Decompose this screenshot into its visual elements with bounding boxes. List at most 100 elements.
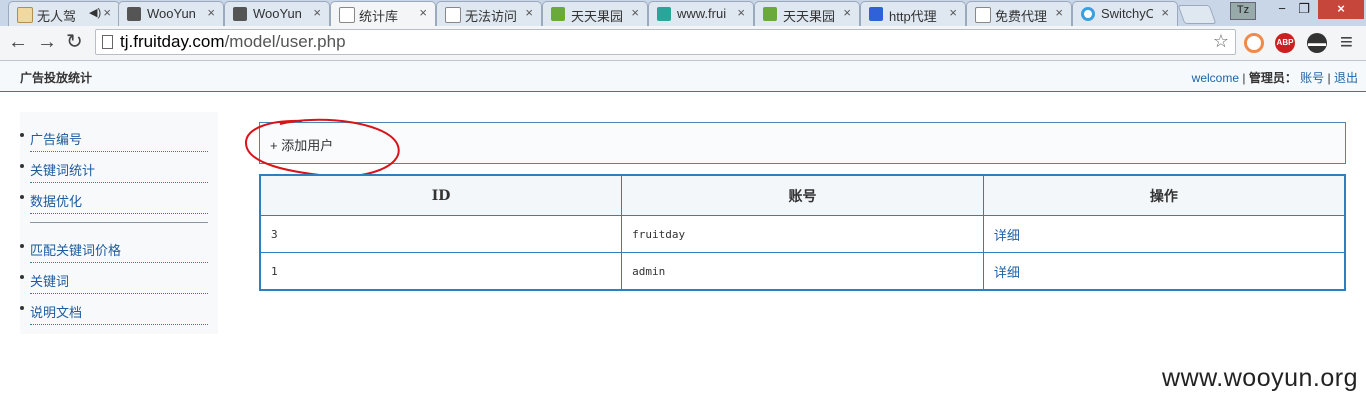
tab-close-icon[interactable]: × bbox=[843, 5, 851, 20]
maximize-button[interactable]: ❐ bbox=[1294, 0, 1314, 19]
detail-link[interactable]: 详细 bbox=[982, 252, 1346, 291]
profile-badge[interactable]: Tz bbox=[1230, 2, 1256, 20]
add-user-panel: + 添加用户 bbox=[259, 122, 1346, 164]
circle-icon[interactable] bbox=[1244, 33, 1264, 53]
separator: | bbox=[1239, 71, 1249, 85]
fruitday-favicon-icon bbox=[657, 7, 671, 21]
close-window-button[interactable]: × bbox=[1318, 0, 1364, 19]
sidebar: 广告编号 关键词统计 数据优化 匹配关键词价格 关键词 说明文档 bbox=[20, 112, 218, 334]
incognito-icon[interactable]: ▬▬ bbox=[1307, 33, 1327, 53]
sidebar-item-data-optimize[interactable]: 数据优化 bbox=[20, 183, 208, 214]
bullet-icon bbox=[20, 244, 24, 248]
sidebar-item-label: 广告编号 bbox=[30, 132, 83, 147]
sidebar-item-keywords[interactable]: 关键词 bbox=[20, 263, 208, 294]
tab-label: 天天果园 bbox=[783, 9, 835, 24]
speaker-icon: ◀) bbox=[89, 7, 102, 19]
browser-tab[interactable]: 无法访问 × bbox=[436, 1, 542, 26]
browser-tab[interactable]: 天天果园 × bbox=[542, 1, 648, 26]
tab-label: SwitchyO bbox=[1101, 6, 1153, 21]
column-header-id: ID bbox=[259, 174, 623, 216]
tab-label: 无法访问 bbox=[465, 9, 517, 24]
page-icon bbox=[102, 35, 113, 49]
sidebar-item-docs[interactable]: 说明文档 bbox=[20, 294, 208, 325]
tab-label: 无人驾 bbox=[37, 9, 77, 24]
separator: | bbox=[1324, 71, 1334, 85]
detail-link[interactable]: 详细 bbox=[982, 215, 1346, 253]
browser-tab[interactable]: 无人驾 ◀) × bbox=[8, 1, 120, 26]
reload-button[interactable]: ↻ bbox=[66, 31, 83, 53]
tab-close-icon[interactable]: × bbox=[313, 5, 321, 20]
tab-label: 免费代理 bbox=[995, 9, 1047, 24]
bullet-icon bbox=[20, 195, 24, 199]
cell-id: 3 bbox=[259, 215, 623, 253]
watermark: www.wooyun.org bbox=[1162, 364, 1358, 392]
sidebar-item-label: 数据优化 bbox=[30, 194, 83, 209]
cell-account: admin bbox=[621, 252, 984, 291]
column-header-account: 账号 bbox=[621, 174, 984, 216]
url-host: tj.fruitday.com bbox=[120, 32, 225, 51]
menu-icon[interactable]: ≡ bbox=[1340, 31, 1353, 53]
sidebar-item-keyword-stats[interactable]: 关键词统计 bbox=[20, 152, 208, 183]
tab-label: http代理 bbox=[889, 9, 937, 24]
sidebar-item-label: 匹配关键词价格 bbox=[30, 243, 122, 258]
address-bar[interactable]: tj.fruitday.com/model/user.php ☆ bbox=[95, 29, 1236, 55]
table-row: 1 admin 详细 bbox=[259, 252, 1346, 291]
new-tab-button[interactable] bbox=[1177, 5, 1217, 24]
sidebar-item-label: 说明文档 bbox=[30, 305, 83, 320]
forward-button[interactable]: → bbox=[37, 31, 57, 53]
tab-close-icon[interactable]: × bbox=[1055, 5, 1063, 20]
browser-tab[interactable]: http代理 × bbox=[860, 1, 966, 26]
logout-link[interactable]: 退出 bbox=[1334, 71, 1358, 85]
bullet-icon bbox=[20, 164, 24, 168]
admin-label: 管理员： bbox=[1248, 71, 1297, 85]
tab-close-icon[interactable]: × bbox=[631, 5, 639, 20]
page-header: 广告投放统计 welcome | 管理员： 账号 | 退出 bbox=[0, 61, 1366, 92]
browser-tab[interactable]: 免费代理 × bbox=[966, 1, 1072, 26]
tab-label: 天天果园 bbox=[571, 9, 623, 24]
bullet-icon bbox=[20, 306, 24, 310]
tab-close-icon[interactable]: × bbox=[949, 5, 957, 20]
back-button[interactable]: ← bbox=[8, 31, 28, 53]
welcome-link[interactable]: welcome bbox=[1192, 71, 1239, 85]
tab-label: WooYun bbox=[147, 6, 196, 21]
browser-tab-active[interactable]: 统计库 × bbox=[330, 1, 436, 26]
browser-tab[interactable]: WooYun × bbox=[224, 1, 330, 26]
sidebar-item-label: 关键词 bbox=[30, 274, 70, 289]
tab-close-icon[interactable]: × bbox=[103, 5, 111, 20]
account-link[interactable]: 账号 bbox=[1300, 71, 1324, 85]
table-row: 3 fruitday 详细 bbox=[259, 215, 1346, 253]
tab-close-icon[interactable]: × bbox=[1161, 5, 1169, 20]
sidebar-item-keyword-price[interactable]: 匹配关键词价格 bbox=[20, 232, 208, 263]
sidebar-divider bbox=[30, 222, 208, 223]
tab-strip: 无人驾 ◀) × WooYun × WooYun × 统计库 × 无法访问 × … bbox=[0, 0, 1366, 26]
browser-toolbar: ← → ↻ tj.fruitday.com/model/user.php ☆ A… bbox=[0, 26, 1366, 61]
tab-label: www.frui bbox=[677, 6, 727, 21]
add-user-button[interactable]: + 添加用户 bbox=[270, 135, 333, 154]
tab-close-icon[interactable]: × bbox=[419, 5, 427, 20]
bookmark-star-icon[interactable]: ☆ bbox=[1213, 31, 1229, 52]
browser-tab[interactable]: 天天果园 × bbox=[754, 1, 860, 26]
tab-close-icon[interactable]: × bbox=[207, 5, 215, 20]
adblock-icon[interactable]: ABP bbox=[1275, 33, 1295, 53]
bullet-icon bbox=[20, 275, 24, 279]
url-text[interactable]: tj.fruitday.com/model/user.php bbox=[120, 32, 346, 52]
tab-label: 统计库 bbox=[359, 9, 399, 24]
baidu-favicon-icon bbox=[869, 7, 883, 21]
tab-close-icon[interactable]: × bbox=[525, 5, 533, 20]
column-header-action: 操作 bbox=[982, 174, 1346, 216]
sidebar-item-ad-id[interactable]: 广告编号 bbox=[20, 121, 208, 152]
browser-tab[interactable]: WooYun × bbox=[118, 1, 224, 26]
browser-tab[interactable]: SwitchyO × bbox=[1072, 1, 1178, 26]
browser-tab[interactable]: www.frui × bbox=[648, 1, 754, 26]
table-header-row: ID 账号 操作 bbox=[259, 174, 1346, 216]
fruitday-favicon-icon bbox=[763, 7, 777, 21]
page-favicon-icon bbox=[17, 7, 33, 23]
bullet-icon bbox=[20, 133, 24, 137]
page-favicon-icon bbox=[445, 7, 461, 23]
tab-close-icon[interactable]: × bbox=[737, 5, 745, 20]
user-table: ID 账号 操作 3 fruitday 详细 1 admin 详细 bbox=[259, 174, 1346, 291]
wooyun-favicon-icon bbox=[127, 7, 141, 21]
minimize-button[interactable]: − bbox=[1272, 0, 1292, 19]
user-bar: welcome | 管理员： 账号 | 退出 bbox=[1192, 69, 1358, 86]
switchy-favicon-icon bbox=[1081, 7, 1095, 21]
